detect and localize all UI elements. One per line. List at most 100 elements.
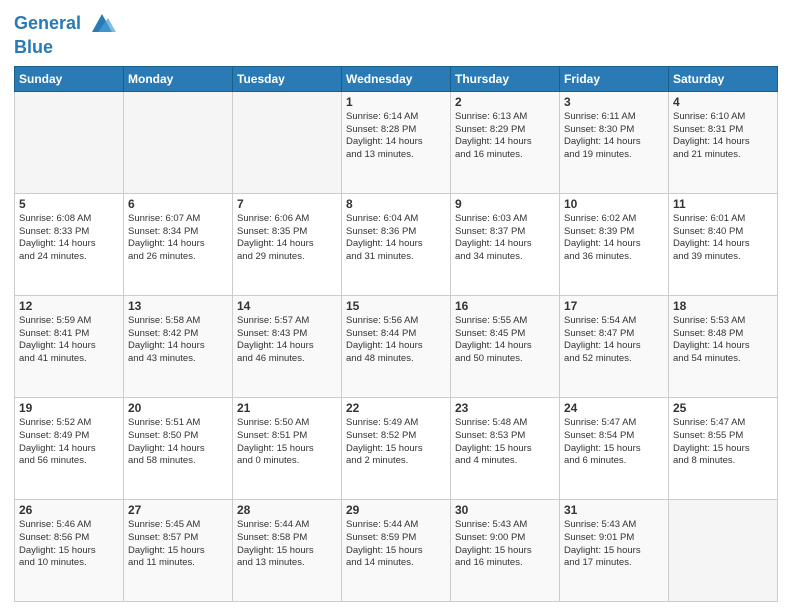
day-cell: 25 Sunrise: 5:47 AM Sunset: 8:55 PM Dayli… — [669, 397, 778, 499]
day-info: Sunrise: 6:08 AM Sunset: 8:33 PM Dayligh… — [19, 213, 119, 264]
day-info: Sunrise: 5:56 AM Sunset: 8:44 PM Dayligh… — [346, 315, 446, 366]
day-number: 30 — [455, 503, 555, 517]
day-number: 3 — [564, 95, 664, 109]
day-info: Sunrise: 6:03 AM Sunset: 8:37 PM Dayligh… — [455, 213, 555, 264]
day-info: Sunrise: 6:14 AM Sunset: 8:28 PM Dayligh… — [346, 111, 446, 162]
day-number: 28 — [237, 503, 337, 517]
day-cell: 6 Sunrise: 6:07 AM Sunset: 8:34 PM Daylig… — [124, 193, 233, 295]
day-cell: 5 Sunrise: 6:08 AM Sunset: 8:33 PM Daylig… — [15, 193, 124, 295]
calendar-table: SundayMondayTuesdayWednesdayThursdayFrid… — [14, 66, 778, 602]
logo-blue: Blue — [14, 37, 53, 57]
weekday-tuesday: Tuesday — [233, 66, 342, 91]
week-row-3: 12 Sunrise: 5:59 AM Sunset: 8:41 PM Dayli… — [15, 295, 778, 397]
day-cell — [15, 91, 124, 193]
day-cell: 31 Sunrise: 5:43 AM Sunset: 9:01 PM Dayli… — [560, 499, 669, 601]
day-info: Sunrise: 5:43 AM Sunset: 9:01 PM Dayligh… — [564, 519, 664, 570]
weekday-monday: Monday — [124, 66, 233, 91]
day-number: 16 — [455, 299, 555, 313]
day-number: 17 — [564, 299, 664, 313]
day-info: Sunrise: 6:06 AM Sunset: 8:35 PM Dayligh… — [237, 213, 337, 264]
logo-general: General — [14, 13, 81, 33]
weekday-sunday: Sunday — [15, 66, 124, 91]
day-number: 2 — [455, 95, 555, 109]
week-row-1: 1 Sunrise: 6:14 AM Sunset: 8:28 PM Daylig… — [15, 91, 778, 193]
weekday-header-row: SundayMondayTuesdayWednesdayThursdayFrid… — [15, 66, 778, 91]
day-info: Sunrise: 5:44 AM Sunset: 8:58 PM Dayligh… — [237, 519, 337, 570]
day-number: 1 — [346, 95, 446, 109]
day-number: 29 — [346, 503, 446, 517]
calendar-page: General Blue SundayMondayTuesdayWednesda… — [0, 0, 792, 612]
day-cell: 22Sunrise: 5:49 AM Sunset: 8:52 PM Dayli… — [342, 397, 451, 499]
day-number: 4 — [673, 95, 773, 109]
day-cell: 21 Sunrise: 5:50 AM Sunset: 8:51 PM Dayli… — [233, 397, 342, 499]
day-info: Sunrise: 5:46 AM Sunset: 8:56 PM Dayligh… — [19, 519, 119, 570]
day-info: Sunrise: 5:43 AM Sunset: 9:00 PM Dayligh… — [455, 519, 555, 570]
day-cell: 9 Sunrise: 6:03 AM Sunset: 8:37 PM Daylig… — [451, 193, 560, 295]
day-info: Sunrise: 5:53 AM Sunset: 8:48 PM Dayligh… — [673, 315, 773, 366]
day-number: 10 — [564, 197, 664, 211]
day-number: 26 — [19, 503, 119, 517]
day-number: 25 — [673, 401, 773, 415]
day-number: 21 — [237, 401, 337, 415]
day-cell: 16 Sunrise: 5:55 AM Sunset: 8:45 PM Dayli… — [451, 295, 560, 397]
weekday-friday: Friday — [560, 66, 669, 91]
day-info: Sunrise: 6:13 AM Sunset: 8:29 PM Dayligh… — [455, 111, 555, 162]
day-number: 15 — [346, 299, 446, 313]
day-info: Sunrise: 5:50 AM Sunset: 8:51 PM Dayligh… — [237, 417, 337, 468]
day-info: Sunrise: 5:51 AM Sunset: 8:50 PM Dayligh… — [128, 417, 228, 468]
day-number: 9 — [455, 197, 555, 211]
day-number: 23 — [455, 401, 555, 415]
day-cell: 7Sunrise: 6:06 AM Sunset: 8:35 PM Daylig… — [233, 193, 342, 295]
day-number: 20 — [128, 401, 228, 415]
day-info: Sunrise: 5:52 AM Sunset: 8:49 PM Dayligh… — [19, 417, 119, 468]
day-number: 6 — [128, 197, 228, 211]
logo-icon — [88, 10, 116, 38]
day-number: 24 — [564, 401, 664, 415]
day-cell: 20 Sunrise: 5:51 AM Sunset: 8:50 PM Dayli… — [124, 397, 233, 499]
day-cell: 2 Sunrise: 6:13 AM Sunset: 8:29 PM Daylig… — [451, 91, 560, 193]
day-number: 18 — [673, 299, 773, 313]
day-number: 22 — [346, 401, 446, 415]
day-cell: 8Sunrise: 6:04 AM Sunset: 8:36 PM Daylig… — [342, 193, 451, 295]
day-cell: 15 Sunrise: 5:56 AM Sunset: 8:44 PM Dayli… — [342, 295, 451, 397]
day-cell: 28 Sunrise: 5:44 AM Sunset: 8:58 PM Dayli… — [233, 499, 342, 601]
week-row-5: 26 Sunrise: 5:46 AM Sunset: 8:56 PM Dayli… — [15, 499, 778, 601]
weekday-thursday: Thursday — [451, 66, 560, 91]
day-number: 14 — [237, 299, 337, 313]
logo-text: General Blue — [14, 10, 116, 58]
day-info: Sunrise: 6:02 AM Sunset: 8:39 PM Dayligh… — [564, 213, 664, 264]
day-cell: 11 Sunrise: 6:01 AM Sunset: 8:40 PM Dayli… — [669, 193, 778, 295]
day-info: Sunrise: 5:44 AM Sunset: 8:59 PM Dayligh… — [346, 519, 446, 570]
day-info: Sunrise: 6:11 AM Sunset: 8:30 PM Dayligh… — [564, 111, 664, 162]
day-cell: 4Sunrise: 6:10 AM Sunset: 8:31 PM Daylig… — [669, 91, 778, 193]
day-info: Sunrise: 5:54 AM Sunset: 8:47 PM Dayligh… — [564, 315, 664, 366]
day-info: Sunrise: 6:01 AM Sunset: 8:40 PM Dayligh… — [673, 213, 773, 264]
day-number: 27 — [128, 503, 228, 517]
week-row-2: 5 Sunrise: 6:08 AM Sunset: 8:33 PM Daylig… — [15, 193, 778, 295]
day-cell: 14 Sunrise: 5:57 AM Sunset: 8:43 PM Dayli… — [233, 295, 342, 397]
week-row-4: 19 Sunrise: 5:52 AM Sunset: 8:49 PM Dayli… — [15, 397, 778, 499]
day-cell: 12 Sunrise: 5:59 AM Sunset: 8:41 PM Dayli… — [15, 295, 124, 397]
day-info: Sunrise: 5:47 AM Sunset: 8:55 PM Dayligh… — [673, 417, 773, 468]
day-cell: 18 Sunrise: 5:53 AM Sunset: 8:48 PM Dayli… — [669, 295, 778, 397]
day-number: 19 — [19, 401, 119, 415]
day-cell — [233, 91, 342, 193]
day-number: 13 — [128, 299, 228, 313]
logo: General Blue — [14, 10, 116, 58]
day-number: 12 — [19, 299, 119, 313]
day-number: 11 — [673, 197, 773, 211]
day-info: Sunrise: 6:07 AM Sunset: 8:34 PM Dayligh… — [128, 213, 228, 264]
day-number: 8 — [346, 197, 446, 211]
day-cell: 1 Sunrise: 6:14 AM Sunset: 8:28 PM Daylig… — [342, 91, 451, 193]
day-cell: 17 Sunrise: 5:54 AM Sunset: 8:47 PM Dayli… — [560, 295, 669, 397]
day-cell: 30 Sunrise: 5:43 AM Sunset: 9:00 PM Dayli… — [451, 499, 560, 601]
day-number: 31 — [564, 503, 664, 517]
day-cell: 19 Sunrise: 5:52 AM Sunset: 8:49 PM Dayli… — [15, 397, 124, 499]
day-info: Sunrise: 5:59 AM Sunset: 8:41 PM Dayligh… — [19, 315, 119, 366]
day-number: 5 — [19, 197, 119, 211]
day-info: Sunrise: 5:55 AM Sunset: 8:45 PM Dayligh… — [455, 315, 555, 366]
day-info: Sunrise: 5:58 AM Sunset: 8:42 PM Dayligh… — [128, 315, 228, 366]
day-cell: 26 Sunrise: 5:46 AM Sunset: 8:56 PM Dayli… — [15, 499, 124, 601]
weekday-wednesday: Wednesday — [342, 66, 451, 91]
day-info: Sunrise: 5:57 AM Sunset: 8:43 PM Dayligh… — [237, 315, 337, 366]
